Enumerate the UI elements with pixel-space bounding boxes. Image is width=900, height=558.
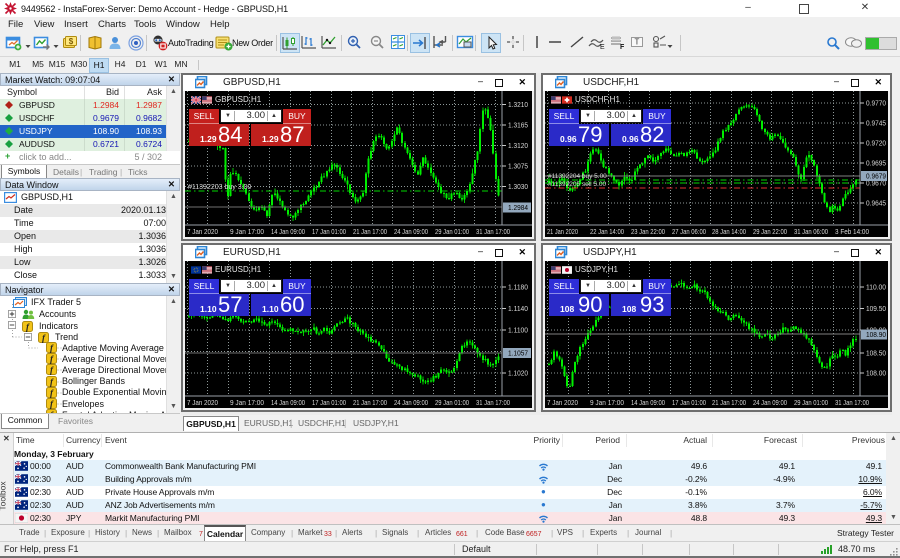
svg-text:T: T	[635, 38, 640, 47]
svg-text:24 Jan 09:00: 24 Jan 09:00	[753, 398, 787, 407]
svg-text:29 Jan 01:00: 29 Jan 01:00	[794, 398, 828, 407]
svg-text:7 Jan 2020: 7 Jan 2020	[547, 398, 578, 407]
svg-text:1.3165: 1.3165	[508, 121, 528, 130]
svg-text:31 Jan 17:00: 31 Jan 17:00	[835, 398, 869, 407]
svg-text:1.3030: 1.3030	[508, 182, 528, 191]
svg-text:0.9679: 0.9679	[866, 172, 886, 181]
svg-text:9 Jan 17:00: 9 Jan 17:00	[230, 398, 264, 407]
svg-text:110.00: 110.00	[866, 283, 886, 292]
svg-text:29 Jan 01:00: 29 Jan 01:00	[435, 227, 469, 236]
svg-text:#11392203 buy 3.00: #11392203 buy 3.00	[188, 184, 251, 191]
svg-text:22 Jan 14:00: 22 Jan 14:00	[590, 227, 624, 236]
svg-text:108.90: 108.90	[866, 330, 886, 339]
svg-text:1.2984: 1.2984	[508, 203, 528, 212]
svg-text:1.3120: 1.3120	[508, 141, 528, 150]
svg-text:17 Jan 01:00: 17 Jan 01:00	[672, 398, 706, 407]
svg-text:17 Jan 01:00: 17 Jan 01:00	[312, 227, 346, 236]
svg-text:27 Jan 06:00: 27 Jan 06:00	[672, 227, 706, 236]
svg-text:21 Jan 17:00: 21 Jan 17:00	[353, 227, 387, 236]
svg-text:14 Jan 09:00: 14 Jan 09:00	[631, 398, 665, 407]
svg-text:1.1180: 1.1180	[508, 283, 528, 292]
svg-text:24 Jan 09:00: 24 Jan 09:00	[394, 398, 428, 407]
svg-text:108.00: 108.00	[866, 369, 886, 378]
svg-text:7 Jan 2020: 7 Jan 2020	[187, 227, 218, 236]
svg-text:21 Jan 2020: 21 Jan 2020	[547, 227, 578, 236]
svg-text:21 Jan 17:00: 21 Jan 17:00	[712, 398, 746, 407]
svg-text:0.9645: 0.9645	[866, 199, 886, 208]
svg-text:3 Feb 14:00: 3 Feb 14:00	[835, 227, 869, 236]
svg-text:23 Jan 22:00: 23 Jan 22:00	[631, 227, 665, 236]
svg-text:14 Jan 09:00: 14 Jan 09:00	[271, 398, 305, 407]
svg-text:#11392205 sell 5.00: #11392205 sell 5.00	[548, 181, 606, 188]
svg-text:31 Jan 17:00: 31 Jan 17:00	[476, 227, 510, 236]
svg-text:31 Jan 06:00: 31 Jan 06:00	[794, 227, 828, 236]
svg-text:1.1020: 1.1020	[508, 369, 528, 378]
svg-text:#11392204 buy 5.00: #11392204 buy 5.00	[548, 173, 607, 180]
svg-text:1.1140: 1.1140	[508, 304, 528, 313]
svg-text:31 Jan 17:00: 31 Jan 17:00	[476, 398, 510, 407]
svg-text:109.50: 109.50	[866, 304, 886, 313]
svg-text:21 Jan 17:00: 21 Jan 17:00	[353, 398, 387, 407]
svg-text:9 Jan 17:00: 9 Jan 17:00	[230, 227, 264, 236]
svg-text:7 Jan 2020: 7 Jan 2020	[187, 398, 218, 407]
svg-text:24 Jan 09:00: 24 Jan 09:00	[394, 227, 428, 236]
svg-text:29 Jan 22:00: 29 Jan 22:00	[753, 227, 787, 236]
svg-text:0.9745: 0.9745	[866, 119, 886, 128]
svg-text:1.3075: 1.3075	[508, 162, 528, 171]
svg-text:14 Jan 09:00: 14 Jan 09:00	[271, 227, 305, 236]
svg-text:9 Jan 17:00: 9 Jan 17:00	[590, 398, 624, 407]
svg-text:0.9770: 0.9770	[866, 99, 886, 108]
svg-text:F: F	[620, 44, 625, 50]
svg-text:29 Jan 01:00: 29 Jan 01:00	[435, 398, 469, 407]
svg-text:1.1057: 1.1057	[508, 349, 528, 358]
svg-text:0.9695: 0.9695	[866, 159, 886, 168]
svg-text:0.9720: 0.9720	[866, 139, 886, 148]
svg-text:$: $	[69, 37, 74, 46]
svg-text:108.50: 108.50	[866, 349, 886, 358]
svg-text:1.1100: 1.1100	[508, 326, 528, 335]
svg-text:28 Jan 14:00: 28 Jan 14:00	[712, 227, 746, 236]
svg-text:1.3210: 1.3210	[508, 100, 528, 109]
svg-text:E: E	[600, 44, 605, 50]
svg-text:17 Jan 01:00: 17 Jan 01:00	[312, 398, 346, 407]
